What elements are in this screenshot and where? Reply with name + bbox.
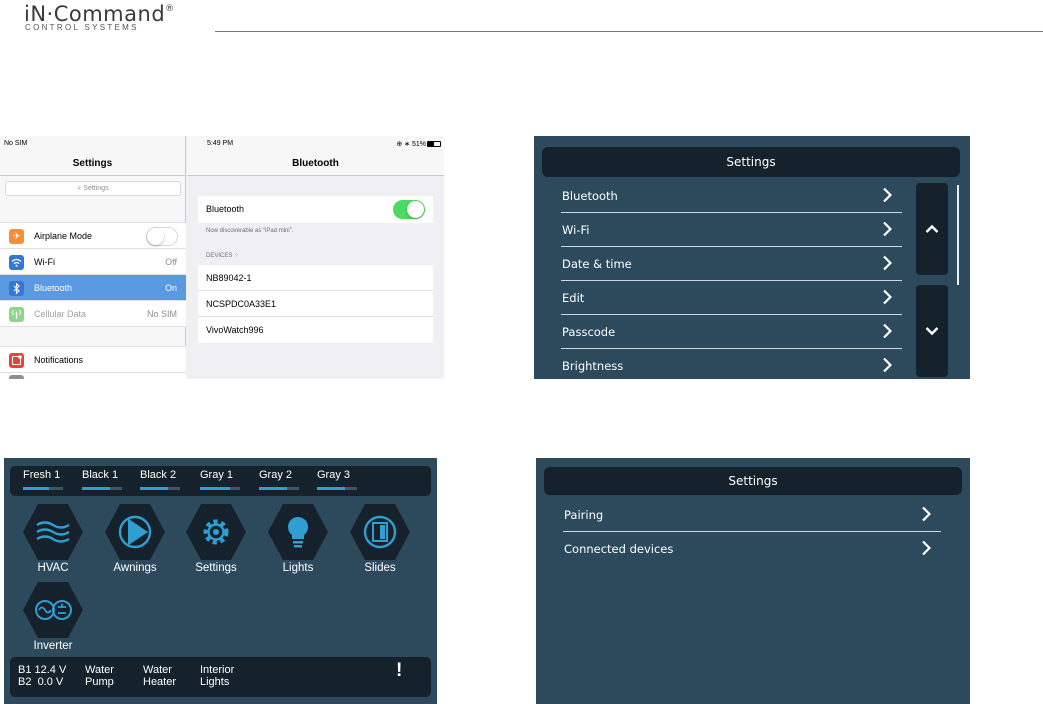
chevron-right-icon xyxy=(883,187,892,203)
scroll-down-button[interactable] xyxy=(916,285,948,377)
chevron-right-icon xyxy=(883,357,892,373)
hvac-icon xyxy=(23,504,83,560)
battery-b1: B1 12.4 V xyxy=(18,664,67,676)
bt-settings-title: Settings xyxy=(544,467,962,495)
scroll-up-button[interactable] xyxy=(916,183,948,275)
sidebar-item-airplane-mode[interactable]: ✈ Airplane Mode xyxy=(0,223,186,249)
tank-gray-3[interactable]: Gray 3 xyxy=(317,469,357,490)
bluetooth-toggle[interactable] xyxy=(393,200,425,219)
tank-level-bar xyxy=(82,487,122,490)
awnings-icon xyxy=(105,504,165,560)
bluetooth-toggle-card: Bluetooth xyxy=(198,196,433,223)
lightbulb-icon xyxy=(268,504,328,560)
tank-level-bar xyxy=(200,487,240,490)
ipad-notifications-group: Notifications xyxy=(0,346,186,379)
ipad-right-title: Bluetooth xyxy=(292,158,339,169)
control-center-icon xyxy=(9,375,24,379)
ipad-settings-screen: No SIM Settings ⌕ Settings ✈ Airplane Mo… xyxy=(0,136,444,379)
app-awnings[interactable]: Awnings xyxy=(103,503,167,574)
app-inverter[interactable]: Inverter xyxy=(21,581,85,652)
chevron-right-icon xyxy=(922,540,931,556)
settings-item-edit[interactable]: Edit xyxy=(561,281,902,315)
app-hvac[interactable]: HVAC xyxy=(21,503,85,574)
device-item[interactable]: NCSPDC0A33E1 xyxy=(198,291,433,317)
tank-level-bar xyxy=(140,487,180,490)
slides-icon xyxy=(350,504,410,560)
airplane-mode-toggle[interactable] xyxy=(146,227,178,246)
bt-item-pairing[interactable]: Pairing xyxy=(563,498,941,532)
header-divider xyxy=(215,31,1043,32)
app-slides[interactable]: Slides xyxy=(348,503,412,574)
tank-fresh-1[interactable]: Fresh 1 xyxy=(23,469,63,490)
status-bar: B1 12.4 V B2 0.0 V Water Pump Water Heat… xyxy=(10,657,431,697)
ipad-master-pane: No SIM Settings ⌕ Settings ✈ Airplane Mo… xyxy=(0,136,186,379)
devices-header: DEVICES ⁘ xyxy=(206,253,240,259)
tank-black-2[interactable]: Black 2 xyxy=(140,469,180,490)
gear-icon xyxy=(186,504,246,560)
tank-level-bar xyxy=(259,487,299,490)
search-input[interactable]: ⌕ Settings xyxy=(5,181,181,196)
airplane-icon: ✈ xyxy=(9,229,24,244)
chevron-right-icon xyxy=(883,221,892,237)
chevron-down-icon xyxy=(925,327,939,336)
status-carrier: No SIM xyxy=(4,140,28,147)
spinner-icon: ⁘ xyxy=(234,253,240,259)
water-pump-button[interactable]: Water Pump xyxy=(85,664,114,688)
status-battery-text: ⊕ ∗ 51% xyxy=(396,141,426,148)
app-settings[interactable]: Settings xyxy=(184,503,248,574)
sidebar-item-cellular-data[interactable]: Cellular Data No SIM xyxy=(0,301,186,327)
settings-item-wifi[interactable]: Wi-Fi xyxy=(561,213,902,247)
page: iN·Command® CONTROL SYSTEMS No SIM Setti… xyxy=(0,0,1043,704)
chevron-right-icon xyxy=(883,289,892,305)
inverter-icon xyxy=(23,582,83,638)
tank-level-bar xyxy=(23,487,63,490)
bluetooth-toggle-row: Bluetooth xyxy=(198,196,433,223)
app-lights[interactable]: Lights xyxy=(266,503,330,574)
bluetooth-settings-screen: Settings Pairing Connected devices xyxy=(536,458,970,704)
settings-item-brightness[interactable]: Brightness xyxy=(561,349,902,379)
settings-item-bluetooth[interactable]: Bluetooth xyxy=(561,179,902,213)
notifications-icon xyxy=(9,353,24,368)
settings-title: Settings xyxy=(542,147,960,177)
ipad-left-title: Settings xyxy=(72,158,113,169)
devices-list: NB89042-1 NCSPDC0A33E1 VivoWatch996 xyxy=(198,265,433,343)
brand-logo: iN·Command® CONTROL SYSTEMS xyxy=(24,2,175,32)
device-item[interactable]: NB89042-1 xyxy=(198,265,433,291)
tank-gray-2[interactable]: Gray 2 xyxy=(259,469,299,490)
tank-gray-1[interactable]: Gray 1 xyxy=(200,469,240,490)
sidebar-item-bluetooth[interactable]: Bluetooth On xyxy=(0,275,186,301)
sidebar-item-partial[interactable] xyxy=(0,373,186,379)
wifi-icon xyxy=(9,255,24,270)
bt-item-connected-devices[interactable]: Connected devices xyxy=(563,532,941,566)
battery-readout[interactable]: B1 12.4 V B2 0.0 V xyxy=(18,664,66,688)
chevron-right-icon xyxy=(883,323,892,339)
tank-level-bar xyxy=(317,487,357,490)
alert-icon[interactable]: ! xyxy=(396,661,402,680)
scrollbar-thumb[interactable] xyxy=(957,185,959,285)
chevron-right-icon xyxy=(922,506,931,522)
battery-icon xyxy=(427,141,441,147)
status-time: 5:49 PM xyxy=(207,140,234,147)
device-item[interactable]: VivoWatch996 xyxy=(198,317,433,343)
sidebar-item-notifications[interactable]: Notifications xyxy=(0,347,186,373)
settings-list-screen: Settings Bluetooth Wi-Fi Date & time Edi… xyxy=(534,136,970,379)
ipad-detail-pane: 5:49 PM ⊕ ∗ 51% Bluetooth Bluetooth Now … xyxy=(187,136,444,379)
sidebar-item-wifi[interactable]: Wi-Fi Off xyxy=(0,249,186,275)
bluetooth-icon xyxy=(9,281,24,296)
chevron-right-icon xyxy=(883,255,892,271)
ipad-settings-list: ✈ Airplane Mode Wi-Fi Off Bluetooth On C… xyxy=(0,222,186,327)
chevron-up-icon xyxy=(925,224,939,233)
discoverable-note: Now discoverable as “iPad mini”. xyxy=(206,228,294,234)
tank-black-1[interactable]: Black 1 xyxy=(82,469,122,490)
settings-item-date-time[interactable]: Date & time xyxy=(561,247,902,281)
settings-item-passcode[interactable]: Passcode xyxy=(561,315,902,349)
interior-lights-button[interactable]: Interior Lights xyxy=(200,664,234,688)
ipad-left-navbar xyxy=(0,136,185,176)
cellular-icon xyxy=(9,307,24,322)
water-heater-button[interactable]: Water Heater xyxy=(143,664,176,688)
tank-levels-bar: Fresh 1 Black 1 Black 2 Gray 1 Gray 2 Gr… xyxy=(10,466,431,496)
battery-b2: B2 0.0 V xyxy=(18,676,64,688)
search-icon: ⌕ xyxy=(77,185,82,192)
